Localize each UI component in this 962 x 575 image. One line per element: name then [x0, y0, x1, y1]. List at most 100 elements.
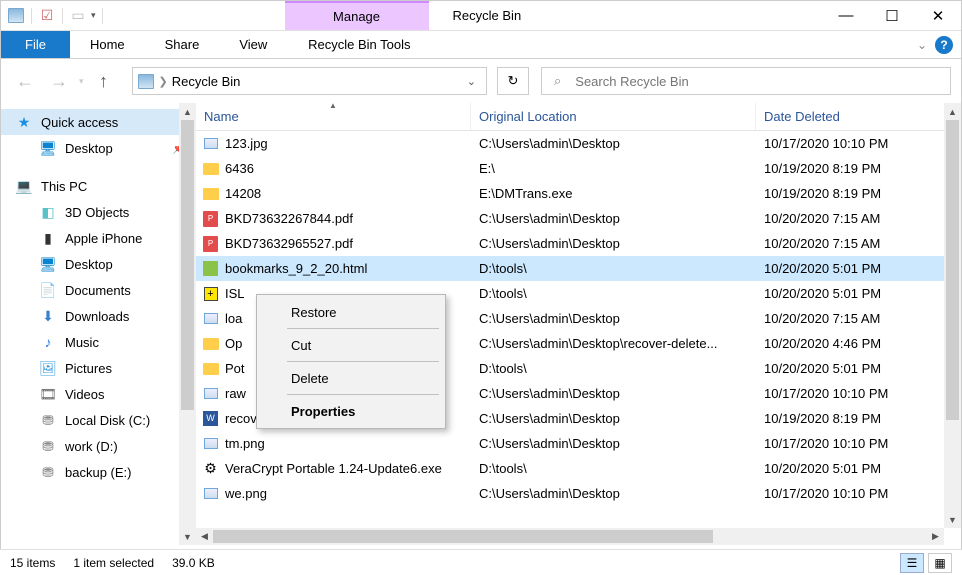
- navpane-scrollbar[interactable]: ▲ ▼: [179, 103, 196, 545]
- file-row[interactable]: 14208E:\DMTrans.exe10/19/2020 8:19 PM: [196, 181, 961, 206]
- file-date-deleted: 10/17/2020 10:10 PM: [756, 136, 961, 151]
- horizontal-scrollbar[interactable]: ◀ ▶: [196, 528, 944, 545]
- file-row[interactable]: 123.jpg C:\Users\admin\Desktop10/17/2020 …: [196, 131, 961, 156]
- address-dropdown-icon[interactable]: ⌄: [461, 75, 482, 88]
- file-name: 123.jpg: [225, 136, 268, 151]
- file-date-deleted: 10/20/2020 5:01 PM: [756, 286, 961, 301]
- titlebar: ☑ ▭ ▾ Manage Recycle Bin — ☐ ✕: [1, 1, 961, 31]
- address-location[interactable]: Recycle Bin: [172, 74, 461, 89]
- file-name: 6436: [225, 161, 254, 176]
- file-name: tm.png: [225, 436, 265, 451]
- file-original-location: C:\Users\admin\Desktop: [471, 436, 756, 451]
- recycle-bin-tools-tab[interactable]: Recycle Bin Tools: [287, 31, 431, 58]
- nav-label: Pictures: [65, 361, 112, 376]
- qat-placeholder-icon[interactable]: ▭: [69, 7, 87, 25]
- up-button[interactable]: ↑: [90, 67, 118, 95]
- close-button[interactable]: ✕: [915, 1, 961, 30]
- vertical-scrollbar[interactable]: ▲ ▼: [944, 103, 961, 528]
- scroll-right-icon[interactable]: ▶: [927, 528, 944, 545]
- history-dropdown-icon[interactable]: ▾: [79, 76, 84, 87]
- minimize-button[interactable]: —: [823, 1, 869, 30]
- docs-icon: 📄: [39, 281, 57, 299]
- nav-this-pc[interactable]: 💻 This PC: [1, 173, 196, 199]
- nav-item-backup--e--[interactable]: ⛃backup (E:): [1, 459, 196, 485]
- view-tab[interactable]: View: [219, 31, 287, 58]
- file-original-location: D:\tools\: [471, 461, 756, 476]
- back-button[interactable]: ←: [11, 67, 39, 95]
- scroll-left-icon[interactable]: ◀: [196, 528, 213, 545]
- column-name[interactable]: ▲ Name: [196, 103, 471, 130]
- file-row[interactable]: tm.pngC:\Users\admin\Desktop10/17/2020 1…: [196, 431, 961, 456]
- navigation-pane: ★ Quick access 🖥Desktop📌 💻 This PC ◧3D O…: [1, 103, 196, 545]
- details-view-button[interactable]: ☰: [900, 553, 924, 573]
- disk-icon: ⛃: [39, 463, 57, 481]
- file-row[interactable]: 6436E:\10/19/2020 8:19 PM: [196, 156, 961, 181]
- ctx-restore[interactable]: Restore: [259, 297, 443, 327]
- nav-item-3d-objects[interactable]: ◧3D Objects: [1, 199, 196, 225]
- share-tab[interactable]: Share: [145, 31, 220, 58]
- search-input[interactable]: [575, 74, 938, 89]
- file-row[interactable]: PBKD73632965527.pdfC:\Users\admin\Deskto…: [196, 231, 961, 256]
- context-tab-manage[interactable]: Manage: [285, 1, 429, 30]
- help-icon[interactable]: ?: [935, 36, 953, 54]
- thumbnails-view-button[interactable]: ▦: [928, 553, 952, 573]
- address-bar[interactable]: ❯ Recycle Bin ⌄: [132, 67, 487, 95]
- ctx-delete[interactable]: Delete: [259, 363, 443, 393]
- scroll-thumb[interactable]: [213, 530, 713, 543]
- ribbon-collapse-icon[interactable]: ⌄: [917, 38, 927, 52]
- nav-item-downloads[interactable]: ⬇Downloads: [1, 303, 196, 329]
- nav-quick-access[interactable]: ★ Quick access: [1, 109, 196, 135]
- file-original-location: C:\Users\admin\Desktop: [471, 136, 756, 151]
- nav-item-documents[interactable]: 📄 Documents: [1, 277, 196, 303]
- scroll-thumb[interactable]: [181, 120, 194, 410]
- home-tab[interactable]: Home: [70, 31, 145, 58]
- scroll-up-icon[interactable]: ▲: [179, 103, 196, 120]
- ctx-cut[interactable]: Cut: [259, 330, 443, 360]
- chevron-right-icon[interactable]: ❯: [159, 75, 168, 88]
- nav-item-desktop[interactable]: 🖥Desktop📌: [1, 135, 196, 161]
- desktop-icon: 🖥: [39, 255, 57, 273]
- image-icon: [202, 485, 219, 502]
- file-row[interactable]: ⚙VeraCrypt Portable 1.24-Update6.exeD:\t…: [196, 456, 961, 481]
- scroll-down-icon[interactable]: ▼: [179, 528, 196, 545]
- forward-button[interactable]: →: [45, 67, 73, 95]
- column-original-location[interactable]: Original Location: [471, 103, 756, 130]
- file-tab[interactable]: File: [1, 31, 70, 58]
- ctx-properties[interactable]: Properties: [259, 396, 443, 426]
- nav-item-pictures[interactable]: 🖼Pictures: [1, 355, 196, 381]
- file-name: raw: [225, 386, 246, 401]
- search-icon: ⌕: [554, 73, 561, 89]
- nav-label: Quick access: [41, 115, 118, 130]
- scroll-down-icon[interactable]: ▼: [944, 511, 961, 528]
- nav-item-music[interactable]: ♪Music: [1, 329, 196, 355]
- file-original-location: C:\Users\admin\Desktop: [471, 386, 756, 401]
- disk-icon: ⛃: [39, 437, 57, 455]
- quick-access-toolbar: ☑ ▭ ▾: [1, 1, 105, 30]
- maximize-button[interactable]: ☐: [869, 1, 915, 30]
- column-date-deleted[interactable]: Date Deleted: [756, 103, 961, 130]
- refresh-button[interactable]: ↻: [497, 67, 529, 95]
- nav-item-videos[interactable]: 🎞Videos: [1, 381, 196, 407]
- file-date-deleted: 10/20/2020 7:15 AM: [756, 236, 961, 251]
- file-name: Op: [225, 336, 242, 351]
- file-row[interactable]: PBKD73632267844.pdfC:\Users\admin\Deskto…: [196, 206, 961, 231]
- status-selected: 1 item selected: [73, 556, 154, 570]
- nav-item-local-disk--c--[interactable]: ⛃Local Disk (C:): [1, 407, 196, 433]
- nav-label: Documents: [65, 283, 131, 298]
- file-name: bookmarks_9_2_20.html: [225, 261, 367, 276]
- nav-label: Desktop: [65, 257, 113, 272]
- properties-icon[interactable]: ☑: [38, 7, 56, 25]
- column-header: ▲ Name Original Location Date Deleted: [196, 103, 961, 131]
- separator: [62, 8, 63, 24]
- nav-item-apple-iphone[interactable]: ▮Apple iPhone: [1, 225, 196, 251]
- file-name: ISL: [225, 286, 245, 301]
- scroll-thumb[interactable]: [946, 120, 959, 420]
- qat-dropdown-icon[interactable]: ▾: [91, 10, 96, 21]
- file-row[interactable]: we.pngC:\Users\admin\Desktop10/17/2020 1…: [196, 481, 961, 506]
- scroll-up-icon[interactable]: ▲: [944, 103, 961, 120]
- file-row[interactable]: bookmarks_9_2_20.htmlD:\tools\10/20/2020…: [196, 256, 961, 281]
- nav-item-work--d--[interactable]: ⛃work (D:): [1, 433, 196, 459]
- status-size: 39.0 KB: [172, 556, 215, 570]
- nav-item-desktop[interactable]: 🖥 Desktop: [1, 251, 196, 277]
- search-box[interactable]: ⌕: [541, 67, 951, 95]
